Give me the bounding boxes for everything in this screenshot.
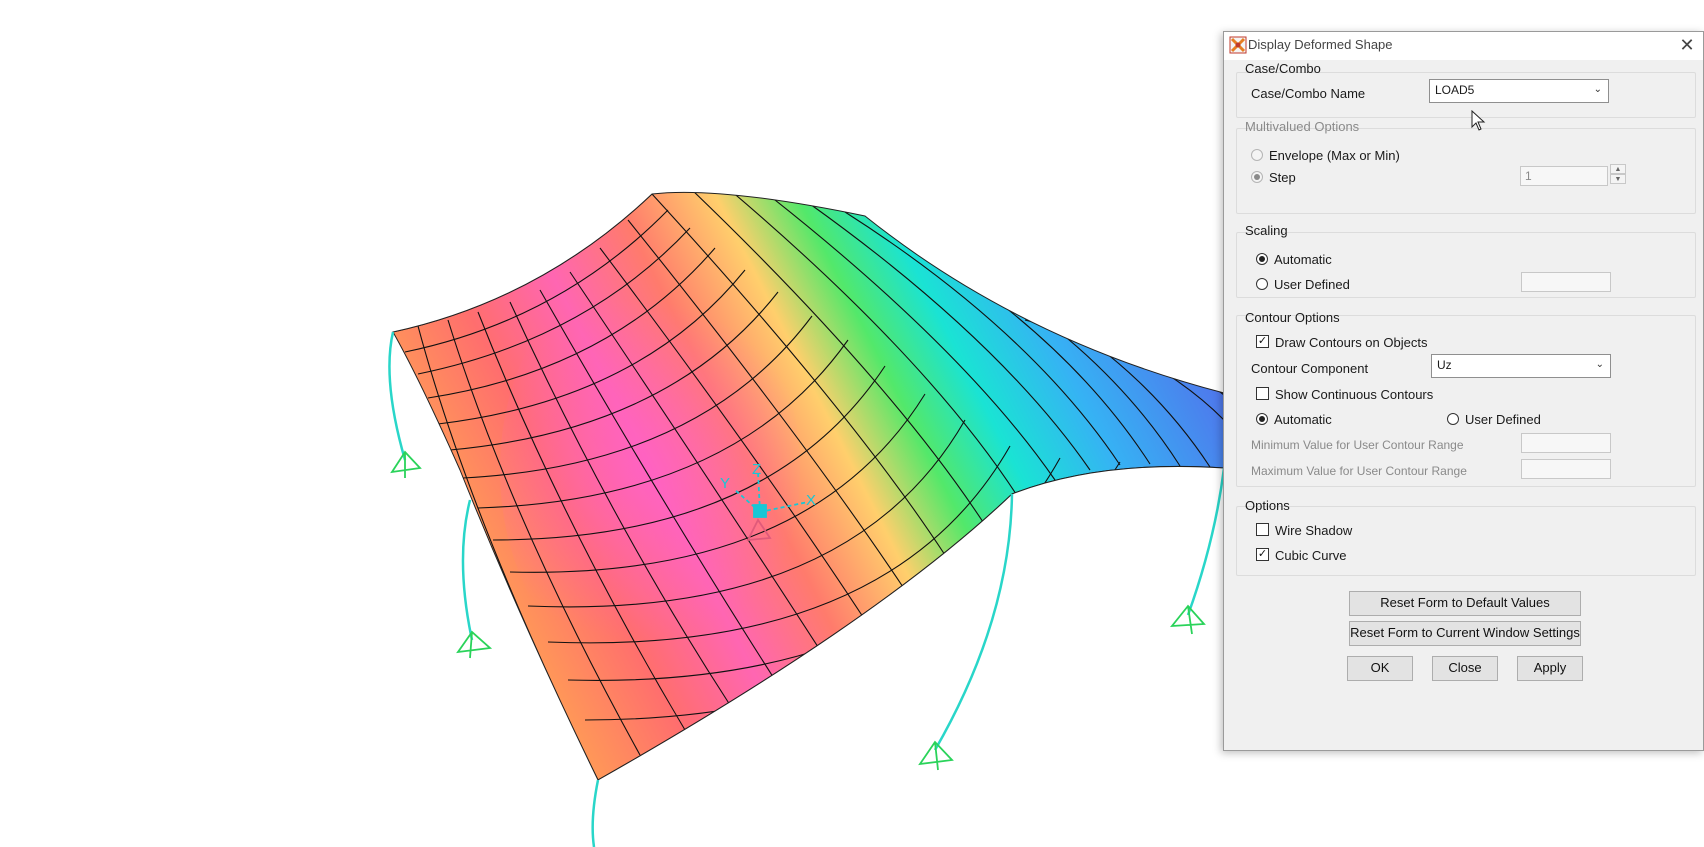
scaling-user-defined-radio[interactable] bbox=[1256, 278, 1268, 290]
draw-contours-label: Draw Contours on Objects bbox=[1275, 335, 1428, 350]
scaling-group-title: Scaling bbox=[1245, 223, 1288, 238]
mouse-cursor-icon bbox=[1471, 110, 1486, 131]
wire-shadow-label: Wire Shadow bbox=[1275, 523, 1353, 538]
envelope-label: Envelope (Max or Min) bbox=[1269, 148, 1400, 163]
cubic-curve-label: Cubic Curve bbox=[1275, 548, 1347, 563]
contour-user-defined-radio[interactable] bbox=[1447, 413, 1459, 425]
step-spinner[interactable]: ▲ ▼ bbox=[1610, 164, 1626, 186]
max-range-label: Maximum Value for User Contour Range bbox=[1251, 464, 1467, 478]
draw-contours-checkbox[interactable]: ✓ bbox=[1256, 335, 1269, 348]
contour-component-value: Uz bbox=[1437, 358, 1452, 372]
ok-button[interactable]: OK bbox=[1347, 656, 1413, 681]
scaling-automatic-label: Automatic bbox=[1274, 252, 1332, 267]
spin-down-icon[interactable]: ▼ bbox=[1610, 174, 1626, 184]
show-continuous-label: Show Continuous Contours bbox=[1275, 387, 1434, 402]
step-input[interactable]: 1 bbox=[1520, 166, 1608, 186]
multivalued-group-title: Multivalued Options bbox=[1245, 119, 1360, 134]
contour-automatic-label: Automatic bbox=[1274, 412, 1332, 427]
multivalued-options-group bbox=[1236, 128, 1696, 214]
reset-current-button[interactable]: Reset Form to Current Window Settings bbox=[1349, 621, 1581, 646]
step-label: Step bbox=[1269, 170, 1296, 185]
min-range-label: Minimum Value for User Contour Range bbox=[1251, 438, 1464, 452]
reset-default-button[interactable]: Reset Form to Default Values bbox=[1349, 591, 1581, 616]
axis-z-label: Z bbox=[752, 461, 761, 478]
contour-group-title: Contour Options bbox=[1245, 310, 1340, 325]
step-radio[interactable] bbox=[1251, 171, 1263, 183]
wire-shadow-checkbox[interactable] bbox=[1256, 523, 1269, 536]
contour-automatic-radio[interactable] bbox=[1256, 413, 1268, 425]
scaling-user-value-input[interactable] bbox=[1521, 272, 1611, 292]
max-range-input[interactable] bbox=[1521, 459, 1611, 479]
step-value: 1 bbox=[1525, 169, 1532, 183]
case-combo-name-value: LOAD5 bbox=[1435, 83, 1475, 97]
show-continuous-checkbox[interactable] bbox=[1256, 387, 1269, 400]
dialog-title: Display Deformed Shape bbox=[1248, 37, 1393, 52]
case-combo-group-title: Case/Combo bbox=[1245, 61, 1321, 76]
contour-component-select[interactable]: Uz ⌄ bbox=[1431, 354, 1611, 378]
close-icon[interactable]: ✕ bbox=[1675, 34, 1699, 56]
chevron-down-icon: ⌄ bbox=[1595, 359, 1604, 370]
contour-user-defined-label: User Defined bbox=[1465, 412, 1541, 427]
case-combo-name-select[interactable]: LOAD5 ⌄ bbox=[1429, 79, 1609, 103]
close-button[interactable]: Close bbox=[1432, 656, 1498, 681]
options-group bbox=[1236, 506, 1696, 576]
app-logo-icon bbox=[1229, 36, 1247, 54]
spin-up-icon[interactable]: ▲ bbox=[1610, 164, 1626, 174]
apply-button[interactable]: Apply bbox=[1517, 656, 1583, 681]
scaling-automatic-radio[interactable] bbox=[1256, 253, 1268, 265]
axis-y-label: Y bbox=[720, 475, 730, 492]
min-range-input[interactable] bbox=[1521, 433, 1611, 453]
options-group-title: Options bbox=[1245, 498, 1290, 513]
display-deformed-shape-dialog: Display Deformed Shape ✕ Case/Combo Case… bbox=[1223, 31, 1704, 751]
case-combo-name-label: Case/Combo Name bbox=[1251, 86, 1366, 101]
contour-component-label: Contour Component bbox=[1251, 361, 1369, 376]
envelope-radio[interactable] bbox=[1251, 149, 1263, 161]
chevron-down-icon: ⌄ bbox=[1593, 84, 1602, 95]
cubic-curve-checkbox[interactable]: ✓ bbox=[1256, 548, 1269, 561]
dialog-titlebar[interactable]: Display Deformed Shape ✕ bbox=[1224, 32, 1703, 60]
axis-x-label: X bbox=[806, 492, 816, 509]
scaling-user-defined-label: User Defined bbox=[1274, 277, 1350, 292]
